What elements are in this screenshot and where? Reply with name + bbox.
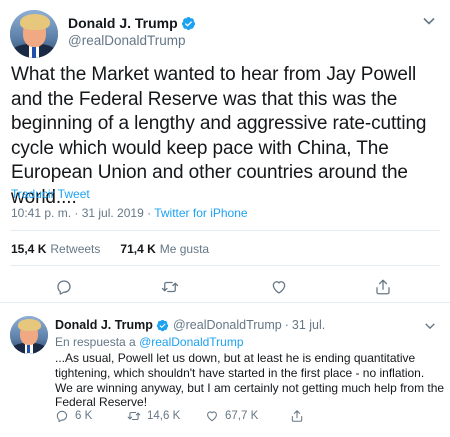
reply-text: ...As usual, Powell let us down, but at … — [55, 351, 445, 410]
author-handle[interactable]: @realDonaldTrump — [68, 33, 186, 48]
reply-icon — [56, 410, 68, 423]
tweet-meta: 10:41 p. m. · 31 jul. 2019 · Twitter for… — [11, 206, 248, 220]
heart-icon — [207, 411, 217, 422]
heart-icon[interactable] — [270, 278, 288, 296]
author-name-row[interactable]: Donald J. Trump — [68, 15, 196, 31]
reply-tweet[interactable]: Donald J. Trump @realDonaldTrump · 31 ju… — [0, 304, 450, 437]
reply-author-name[interactable]: Donald J. Trump — [55, 318, 153, 332]
reply-like-count: 67,7 K — [225, 410, 259, 422]
likes-stat[interactable]: 71,4 K Me gusta — [120, 242, 209, 256]
retweet-icon[interactable] — [161, 278, 179, 296]
reply-share-button[interactable] — [290, 409, 310, 423]
share-icon[interactable] — [374, 278, 392, 296]
divider — [10, 230, 440, 231]
tweet-stats: 15,4 K Retweets 71,4 K Me gusta — [11, 242, 229, 256]
retweets-stat[interactable]: 15,4 K Retweets — [11, 242, 100, 256]
author-avatar[interactable] — [10, 10, 58, 58]
divider — [10, 265, 440, 266]
likes-count: 71,4 K — [120, 242, 156, 256]
reply-retweet-button[interactable]: 14,6 K — [127, 409, 180, 423]
in-reply-to: En respuesta a @realDonaldTrump — [55, 335, 244, 349]
reply-icon[interactable] — [55, 278, 73, 296]
reply-date[interactable]: 31 jul. — [292, 318, 325, 332]
retweets-label: Retweets — [50, 242, 101, 256]
meta-separator: · — [143, 206, 155, 220]
translate-tweet-link[interactable]: Traducir Tweet — [11, 187, 90, 201]
caret-down-icon[interactable] — [424, 320, 436, 332]
reply-retweet-count: 14,6 K — [147, 410, 181, 422]
caret-down-icon[interactable] — [422, 14, 436, 28]
in-reply-prefix: En respuesta a — [55, 335, 136, 349]
reply-reply-button[interactable]: 6 K — [55, 409, 92, 423]
reply-header: Donald J. Trump @realDonaldTrump · 31 ju… — [55, 318, 325, 332]
reply-author-handle[interactable]: @realDonaldTrump — [173, 318, 282, 332]
reply-author-avatar[interactable] — [10, 316, 48, 354]
likes-label: Me gusta — [159, 242, 210, 256]
tweet-source-link[interactable]: Twitter for iPhone — [154, 206, 247, 220]
tweet-timestamp[interactable]: 10:41 p. m. · 31 jul. 2019 — [11, 206, 144, 220]
verified-badge-icon — [156, 319, 169, 331]
reply-dot-separator: · — [284, 318, 289, 332]
retweet-icon — [127, 411, 141, 421]
reply-reply-count: 6 K — [75, 410, 93, 422]
reply-like-button[interactable]: 67,7 K — [205, 409, 258, 423]
in-reply-mention-link[interactable]: @realDonaldTrump — [139, 335, 243, 349]
share-icon — [291, 410, 303, 422]
retweets-count: 15,4 K — [11, 242, 47, 256]
verified-badge-icon — [181, 16, 195, 30]
main-tweet: Donald J. Trump @realDonaldTrump What th… — [0, 0, 450, 303]
author-name[interactable]: Donald J. Trump — [68, 15, 178, 31]
